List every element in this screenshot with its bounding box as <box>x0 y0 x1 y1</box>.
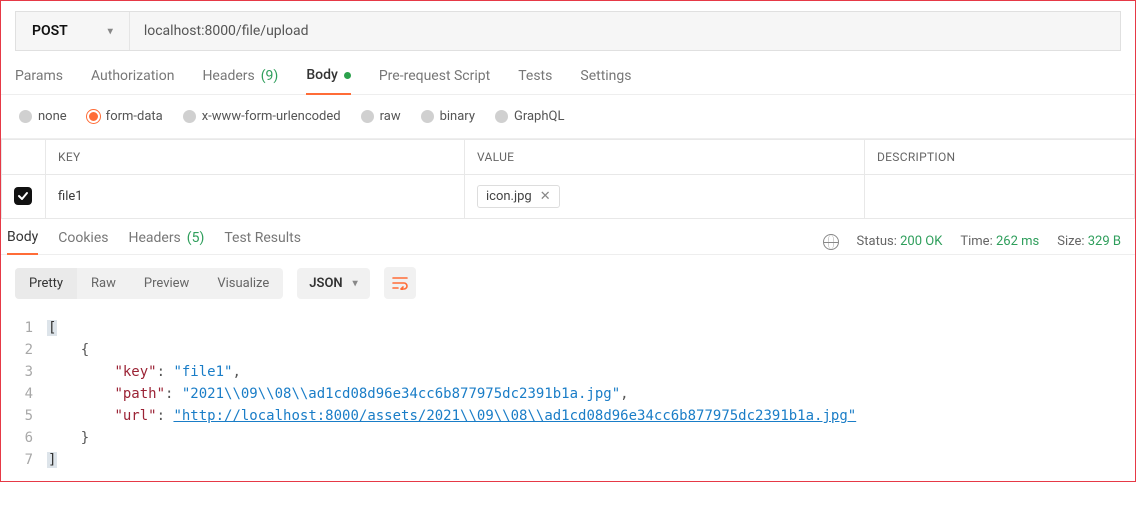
format-select[interactable]: JSON ▾ <box>297 268 369 299</box>
form-data-table: KEY VALUE DESCRIPTION file1 icon.jpg ✕ <box>1 139 1135 219</box>
chevron-down-icon: ▾ <box>353 278 358 289</box>
response-tab-cookies[interactable]: Cookies <box>58 230 108 254</box>
wrap-lines-button[interactable] <box>384 267 416 299</box>
view-preview[interactable]: Preview <box>130 268 203 299</box>
response-tab-body[interactable]: Body <box>7 229 38 255</box>
line-gutter: 1 2 3 4 5 6 7 <box>7 317 47 471</box>
col-key: KEY <box>46 140 465 175</box>
tab-headers[interactable]: Headers (9) <box>202 67 278 94</box>
value-cell[interactable]: icon.jpg ✕ <box>465 175 865 219</box>
table-header-row: KEY VALUE DESCRIPTION <box>2 140 1135 175</box>
body-modified-dot-icon <box>344 72 351 79</box>
url-text: localhost:8000/file/upload <box>144 23 309 39</box>
tab-settings[interactable]: Settings <box>580 67 631 94</box>
radio-icon <box>421 110 434 123</box>
radio-form-data[interactable]: form-data <box>87 109 163 124</box>
radio-urlencoded[interactable]: x-www-form-urlencoded <box>183 109 341 124</box>
globe-icon[interactable] <box>823 234 839 250</box>
response-header: Body Cookies Headers (5) Test Results St… <box>1 219 1135 255</box>
status-block: Status: 200 OK <box>857 234 943 249</box>
response-tab-headers[interactable]: Headers (5) <box>128 230 204 254</box>
radio-raw[interactable]: raw <box>361 109 401 124</box>
view-visualize[interactable]: Visualize <box>203 268 283 299</box>
size-value: 329 B <box>1088 234 1121 249</box>
status-value: 200 OK <box>900 234 942 249</box>
code-content: [ { "key": "file1", "path": "2021\\09\\0… <box>47 317 1129 471</box>
time-block: Time: 262 ms <box>960 234 1039 249</box>
method-label: POST <box>32 23 68 39</box>
format-label: JSON <box>309 276 342 291</box>
file-chip[interactable]: icon.jpg ✕ <box>477 185 560 208</box>
desc-cell[interactable] <box>865 175 1135 219</box>
radio-icon <box>87 110 100 123</box>
radio-icon <box>19 110 32 123</box>
file-name: icon.jpg <box>486 189 532 204</box>
radio-binary[interactable]: binary <box>421 109 475 124</box>
wrap-icon <box>392 276 408 290</box>
radio-icon <box>495 110 508 123</box>
radio-none[interactable]: none <box>19 109 67 124</box>
tab-tests[interactable]: Tests <box>518 67 552 94</box>
view-raw[interactable]: Raw <box>77 268 130 299</box>
check-icon <box>17 190 29 202</box>
response-tab-test-results[interactable]: Test Results <box>224 230 301 254</box>
table-row: file1 icon.jpg ✕ <box>2 175 1135 219</box>
radio-icon <box>183 110 196 123</box>
time-value: 262 ms <box>996 234 1039 249</box>
key-cell[interactable]: file1 <box>46 175 465 219</box>
size-block: Size: 329 B <box>1057 234 1121 249</box>
url-input[interactable]: localhost:8000/file/upload <box>130 12 1120 50</box>
row-checkbox[interactable] <box>14 187 32 205</box>
body-type-row: none form-data x-www-form-urlencoded raw… <box>1 95 1135 139</box>
headers-count: (9) <box>261 68 279 84</box>
request-url-bar: POST ▾ localhost:8000/file/upload <box>15 11 1121 51</box>
view-mode-group: Pretty Raw Preview Visualize <box>15 268 283 299</box>
method-select[interactable]: POST ▾ <box>16 12 130 50</box>
close-icon[interactable]: ✕ <box>540 189 551 204</box>
tab-authorization[interactable]: Authorization <box>91 67 174 94</box>
tab-params[interactable]: Params <box>15 67 63 94</box>
tab-body[interactable]: Body <box>306 67 351 95</box>
radio-icon <box>361 110 374 123</box>
radio-graphql[interactable]: GraphQL <box>495 109 564 124</box>
col-description: DESCRIPTION <box>865 140 1135 175</box>
response-headers-count: (5) <box>187 230 205 246</box>
tab-prerequest-script[interactable]: Pre-request Script <box>379 67 490 94</box>
response-body-code[interactable]: 1 2 3 4 5 6 7 [ { "key": "file1", "path"… <box>1 311 1135 481</box>
response-toolbar: Pretty Raw Preview Visualize JSON ▾ <box>1 255 1135 311</box>
col-value: VALUE <box>465 140 865 175</box>
view-pretty[interactable]: Pretty <box>15 268 77 299</box>
chevron-down-icon: ▾ <box>108 26 113 37</box>
request-tabs: Params Authorization Headers (9) Body Pr… <box>1 51 1135 95</box>
